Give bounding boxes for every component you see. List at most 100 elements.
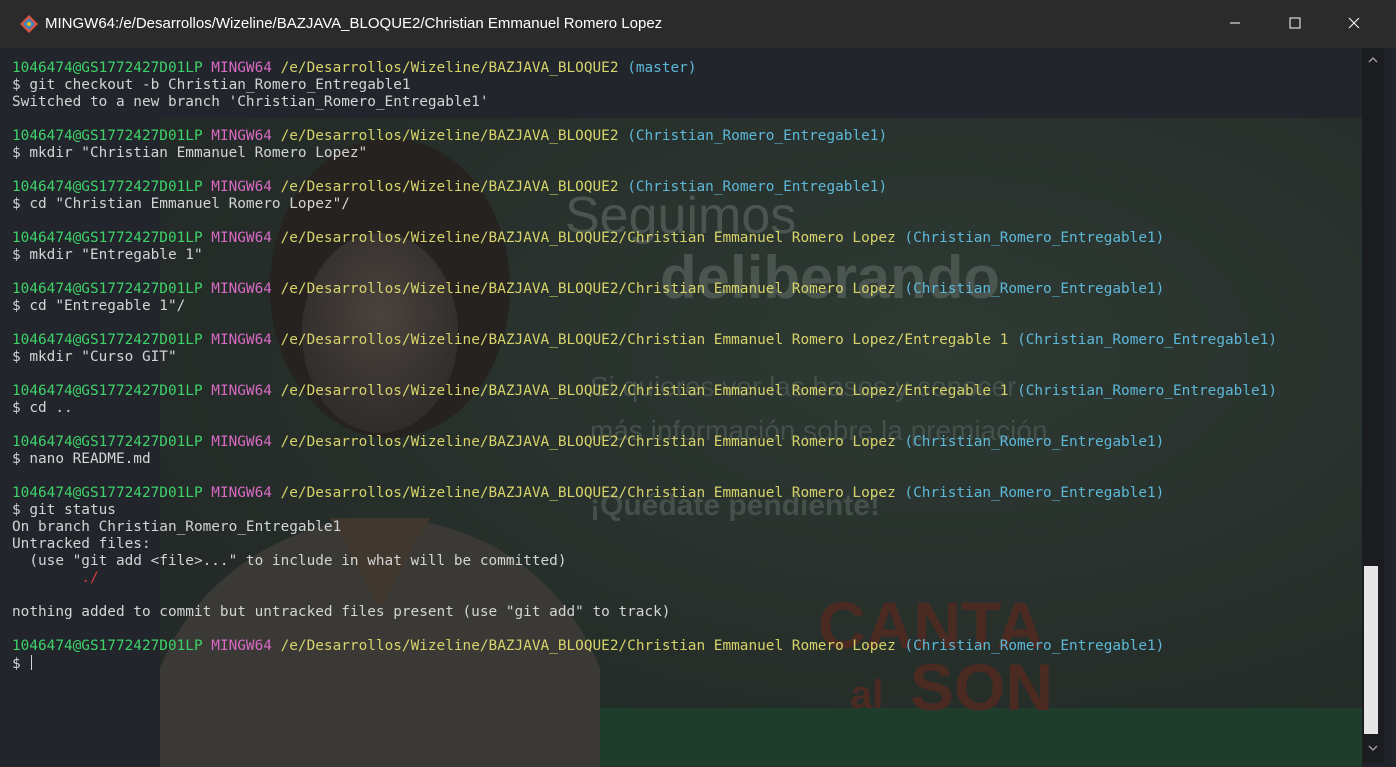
prompt-branch: (Christian_Romero_Entregable1) — [904, 485, 1165, 501]
prompt-system: MINGW64 — [211, 638, 272, 654]
close-icon — [1348, 17, 1360, 29]
output-line: Switched to a new branch 'Christian_Rome… — [12, 94, 1357, 111]
window-title: MINGW64:/e/Desarrollos/Wizeline/BAZJAVA_… — [45, 15, 663, 32]
prompt-branch: (Christian_Romero_Entregable1) — [627, 128, 888, 144]
prompt-branch: (Christian_Romero_Entregable1) — [904, 638, 1165, 654]
prompt-system: MINGW64 — [211, 434, 272, 450]
prompt-user-host: 1046474@GS1772427D01LP — [12, 281, 203, 297]
prompt-branch: (master) — [627, 60, 697, 76]
command-text: $ mkdir "Curso GIT" — [12, 349, 177, 365]
logo-al: al — [850, 673, 883, 717]
output-text: Untracked files: — [12, 536, 151, 552]
scroll-down-arrow-icon[interactable] — [1367, 742, 1379, 754]
prompt-system: MINGW64 — [211, 230, 272, 246]
output-text: (use "git add <file>..." to include in w… — [12, 553, 567, 569]
command-text: $ cd .. — [12, 400, 73, 416]
prompt-user-host: 1046474@GS1772427D01LP — [12, 60, 203, 76]
command-text: $ git checkout -b Christian_Romero_Entre… — [12, 77, 411, 93]
terminal-window: MINGW64:/e/Desarrollos/Wizeline/BAZJAVA_… — [0, 0, 1396, 767]
prompt-path: /e/Desarrollos/Wizeline/BAZJAVA_BLOQUE2/… — [280, 332, 1009, 348]
minimize-icon — [1230, 22, 1240, 24]
prompt-system: MINGW64 — [211, 179, 272, 195]
output-line: Untracked files: — [12, 536, 1357, 553]
prompt-line: 1046474@GS1772427D01LP MINGW64 /e/Desarr… — [12, 485, 1357, 502]
prompt-line: 1046474@GS1772427D01LP MINGW64 /e/Desarr… — [12, 179, 1357, 196]
output-text: On branch Christian_Romero_Entregable1 — [12, 519, 342, 535]
text-cursor — [31, 655, 33, 670]
prompt-user-host: 1046474@GS1772427D01LP — [12, 230, 203, 246]
prompt-line: 1046474@GS1772427D01LP MINGW64 /e/Desarr… — [12, 383, 1357, 400]
prompt-system: MINGW64 — [211, 60, 272, 76]
prompt-system: MINGW64 — [211, 485, 272, 501]
prompt-path: /e/Desarrollos/Wizeline/BAZJAVA_BLOQUE2/… — [280, 281, 896, 297]
prompt-path: /e/Desarrollos/Wizeline/BAZJAVA_BLOQUE2/… — [280, 638, 896, 654]
command-line: $ git checkout -b Christian_Romero_Entre… — [12, 77, 1357, 94]
command-line: $ mkdir "Curso GIT" — [12, 349, 1357, 366]
output-line: On branch Christian_Romero_Entregable1 — [12, 519, 1357, 536]
command-text: $ mkdir "Entregable 1" — [12, 247, 203, 263]
close-button[interactable] — [1325, 0, 1383, 46]
scroll-up-arrow-icon[interactable] — [1367, 54, 1379, 66]
prompt-path: /e/Desarrollos/Wizeline/BAZJAVA_BLOQUE2 — [280, 60, 619, 76]
scrollbar-thumb[interactable] — [1364, 566, 1378, 734]
command-text: $ cd "Entregable 1"/ — [12, 298, 186, 314]
prompt-path: /e/Desarrollos/Wizeline/BAZJAVA_BLOQUE2 — [280, 179, 619, 195]
output-text: nothing added to commit but untracked fi… — [12, 604, 671, 620]
untracked-file: ./ — [12, 570, 99, 586]
scrollbar-track[interactable] — [1364, 72, 1378, 562]
command-line: $ — [12, 655, 1357, 672]
prompt-branch: (Christian_Romero_Entregable1) — [904, 281, 1165, 297]
prompt-user-host: 1046474@GS1772427D01LP — [12, 383, 203, 399]
git-bash-icon — [20, 15, 38, 33]
prompt-line: 1046474@GS1772427D01LP MINGW64 /e/Desarr… — [12, 60, 1357, 77]
prompt-path: /e/Desarrollos/Wizeline/BAZJAVA_BLOQUE2 — [280, 128, 619, 144]
prompt-branch: (Christian_Romero_Entregable1) — [627, 179, 888, 195]
command-line: $ mkdir "Christian Emmanuel Romero Lopez… — [12, 145, 1357, 162]
prompt-branch: (Christian_Romero_Entregable1) — [904, 434, 1165, 450]
prompt-system: MINGW64 — [211, 332, 272, 348]
command-line: $ git status — [12, 502, 1357, 519]
command-text: $ cd "Christian Emmanuel Romero Lopez"/ — [12, 196, 350, 212]
prompt-line: 1046474@GS1772427D01LP MINGW64 /e/Desarr… — [12, 434, 1357, 451]
command-line: $ cd "Christian Emmanuel Romero Lopez"/ — [12, 196, 1357, 213]
command-line: $ nano README.md — [12, 451, 1357, 468]
prompt-line: 1046474@GS1772427D01LP MINGW64 /e/Desarr… — [12, 128, 1357, 145]
command-line: $ cd "Entregable 1"/ — [12, 298, 1357, 315]
output-line: (use "git add <file>..." to include in w… — [12, 553, 1357, 570]
prompt-path: /e/Desarrollos/Wizeline/BAZJAVA_BLOQUE2/… — [280, 434, 896, 450]
vertical-scrollbar[interactable] — [1362, 48, 1384, 762]
prompt-user-host: 1046474@GS1772427D01LP — [12, 179, 203, 195]
prompt-user-host: 1046474@GS1772427D01LP — [12, 485, 203, 501]
title-bar[interactable]: MINGW64:/e/Desarrollos/Wizeline/BAZJAVA_… — [0, 0, 1396, 48]
maximize-icon — [1289, 17, 1301, 29]
terminal-output[interactable]: 1046474@GS1772427D01LP MINGW64 /e/Desarr… — [12, 60, 1357, 672]
prompt-system: MINGW64 — [211, 128, 272, 144]
command-line: $ cd .. — [12, 400, 1357, 417]
prompt-line: 1046474@GS1772427D01LP MINGW64 /e/Desarr… — [12, 230, 1357, 247]
prompt-line: 1046474@GS1772427D01LP MINGW64 /e/Desarr… — [12, 332, 1357, 349]
minimize-button[interactable] — [1206, 0, 1264, 46]
prompt-path: /e/Desarrollos/Wizeline/BAZJAVA_BLOQUE2/… — [280, 383, 1009, 399]
prompt-system: MINGW64 — [211, 383, 272, 399]
prompt-user-host: 1046474@GS1772427D01LP — [12, 434, 203, 450]
maximize-button[interactable] — [1266, 0, 1324, 46]
output-line: nothing added to commit but untracked fi… — [12, 604, 1357, 621]
command-text: $ — [12, 656, 30, 672]
prompt-path: /e/Desarrollos/Wizeline/BAZJAVA_BLOQUE2/… — [280, 485, 896, 501]
prompt-user-host: 1046474@GS1772427D01LP — [12, 128, 203, 144]
prompt-branch: (Christian_Romero_Entregable1) — [1017, 332, 1277, 348]
command-text: $ mkdir "Christian Emmanuel Romero Lopez… — [12, 145, 368, 161]
prompt-branch: (Christian_Romero_Entregable1) — [904, 230, 1165, 246]
prompt-path: /e/Desarrollos/Wizeline/BAZJAVA_BLOQUE2/… — [280, 230, 896, 246]
prompt-branch: (Christian_Romero_Entregable1) — [1017, 383, 1277, 399]
prompt-line: 1046474@GS1772427D01LP MINGW64 /e/Desarr… — [12, 281, 1357, 298]
